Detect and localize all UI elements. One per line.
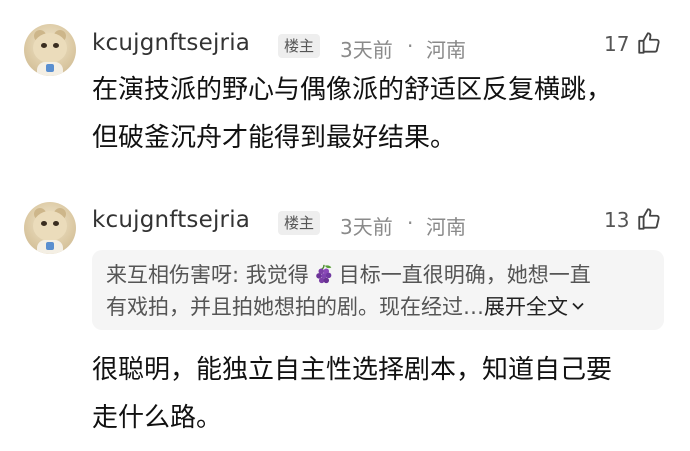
quoted-text: 有戏拍，并且拍她想拍的剧。现在经过… [106, 295, 484, 319]
like-count: 13 [604, 208, 630, 232]
comment-line: 走什么路。 [92, 403, 223, 433]
avatar[interactable] [24, 202, 76, 254]
meta-separator: · [407, 211, 414, 235]
quoted-user[interactable]: 来互相伤害呀: [106, 263, 239, 287]
thumbs-up-icon[interactable] [636, 206, 662, 232]
username[interactable]: kcujgnftsejria [92, 207, 250, 233]
grape-emoji-icon [315, 264, 332, 284]
expand-full-text-link[interactable]: 展开全文 [484, 295, 568, 319]
quoted-text: 我觉得 [245, 263, 309, 287]
comment-item: kcujgnftsejria 楼主 3天前 · 河南 13 来互相伤害呀: 我觉… [0, 0, 690, 451]
comment-time: 3天前 [340, 215, 393, 239]
quoted-reply[interactable]: 来互相伤害呀: 我觉得 目标一直很明确，她想一直 有戏拍，并且拍她想拍的剧。现在… [92, 250, 664, 330]
comment-content: 很聪明，能独立自主性选择剧本，知道自己要 走什么路。 [92, 346, 672, 442]
comment-line: 很聪明，能独立自主性选择剧本，知道自己要 [92, 355, 613, 385]
chevron-down-icon[interactable] [571, 299, 585, 313]
author-badge: 楼主 [278, 211, 321, 235]
quoted-text: 目标一直很明确，她想一直 [338, 263, 591, 287]
comment-location: 河南 [426, 215, 466, 239]
